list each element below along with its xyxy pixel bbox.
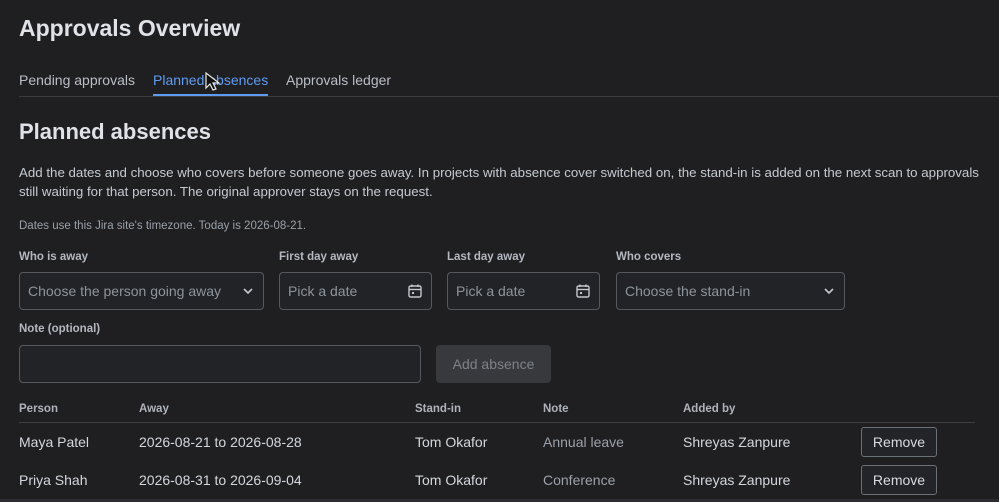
column-header-added-by: Added by [683,403,736,415]
mouse-pointer-icon [205,72,221,91]
chevron-down-icon [243,288,253,295]
cell-away: 2026-08-31 to 2026-09-04 [139,472,302,488]
chevron-down-icon [824,288,834,295]
who-away-placeholder: Choose the person going away [28,283,222,299]
last-day-input[interactable]: Pick a date [447,272,600,310]
cell-person: Maya Patel [19,434,90,450]
who-away-label: Who is away [19,251,89,263]
table-row: Priya Shah 2026-08-31 to 2026-09-04 Tom … [0,461,999,499]
first-day-placeholder: Pick a date [288,283,358,299]
tab-pending-approvals[interactable]: Pending approvals [19,72,135,94]
section-title: Planned absences [19,119,211,144]
tab-approvals-ledger[interactable]: Approvals ledger [286,72,391,94]
first-day-input[interactable]: Pick a date [279,272,432,310]
note-input[interactable] [19,345,421,383]
cell-note: Annual leave [543,434,624,450]
last-day-placeholder: Pick a date [456,283,526,299]
table-row: Maya Patel 2026-08-21 to 2026-08-28 Tom … [0,423,999,461]
add-absence-button[interactable]: Add absence [436,345,551,383]
section-description: Add the dates and choose who covers befo… [19,165,979,199]
first-day-label: First day away [279,251,359,263]
last-day-label: Last day away [447,251,525,263]
remove-button[interactable]: Remove [861,465,937,495]
cell-added-by: Shreyas Zanpure [683,434,791,450]
cell-stand-in: Tom Okafor [415,472,488,488]
cell-away: 2026-08-21 to 2026-08-28 [139,434,302,450]
cell-person: Priya Shah [19,472,88,488]
who-covers-label: Who covers [616,251,682,263]
tab-bar: Pending approvals Planned absences Appro… [19,72,999,97]
who-away-select[interactable]: Choose the person going away [19,272,264,310]
column-header-stand-in: Stand-in [415,403,461,415]
page-title: Approvals Overview [19,15,241,41]
calendar-icon[interactable] [575,283,591,299]
cell-stand-in: Tom Okafor [415,434,488,450]
timezone-note: Dates use this Jira site's timezone. Tod… [19,220,307,232]
column-header-person: Person [19,403,58,415]
remove-button[interactable]: Remove [861,427,937,457]
column-header-note: Note [543,403,569,415]
calendar-icon[interactable] [407,283,423,299]
cell-added-by: Shreyas Zanpure [683,472,791,488]
column-header-away: Away [139,403,169,415]
cell-note: Conference [543,472,616,488]
who-covers-placeholder: Choose the stand-in [625,283,751,299]
note-label: Note (optional) [19,323,101,335]
who-covers-select[interactable]: Choose the stand-in [616,272,845,310]
